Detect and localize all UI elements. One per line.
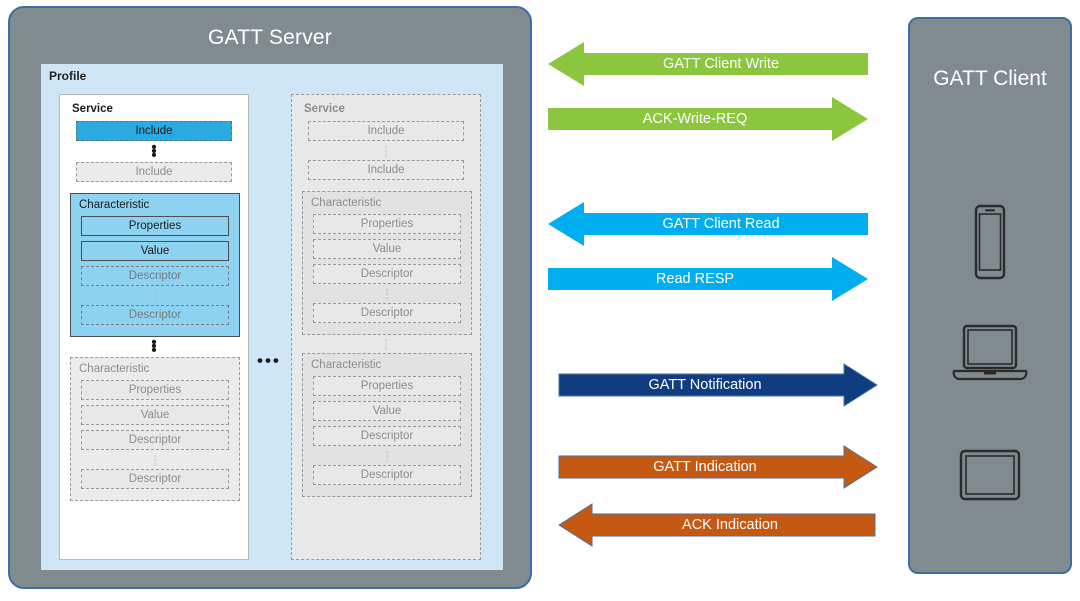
message-arrows: GATT Client Write ACK-Write-REQ GATT Cli… [540,0,910,601]
properties-row[interactable]: Properties [81,380,229,400]
include-row[interactable]: Include [308,160,464,180]
descriptor-row[interactable]: Descriptor [81,430,229,450]
properties-row[interactable]: Properties [313,376,461,396]
include-row[interactable]: Include [308,121,464,141]
descriptor-row[interactable]: Descriptor [313,426,461,446]
arrow-ack-write-req[interactable]: ACK-Write-REQ [548,95,868,143]
characteristic-ghost: Characteristic Properties Value Descript… [302,353,472,497]
service-column-ghost: Service Include ▫ ▫ ▫ Include Characterist… [291,94,481,560]
include-row[interactable]: Include [76,162,232,182]
gatt-client-panel: GATT Client [908,17,1072,574]
profile-container: Profile Service Include • • • Include Char… [41,64,503,570]
arrow-gatt-notification[interactable]: GATT Notification [558,362,878,408]
characteristic-ellipsis: • • • [151,334,157,359]
service-label: Service [304,103,345,115]
properties-row[interactable]: Properties [313,214,461,234]
characteristic-label: Characteristic [79,363,150,375]
arrow-gatt-indication[interactable]: GATT Indication [558,444,878,490]
service-label: Service [72,103,113,115]
characteristic-label: Characteristic [311,197,382,209]
gatt-client-title: GATT Client [933,67,1047,90]
include-row-highlighted[interactable]: Include [76,121,232,141]
characteristic-label: Characteristic [311,359,382,371]
characteristic-dim: Characteristic Properties Value Descript… [70,357,240,501]
arrow-gatt-client-read[interactable]: GATT Client Read [548,200,868,248]
tablet-icon [959,449,1021,506]
descriptor-ellipsis: ▫ ▫ ▫ [153,452,157,469]
include-ellipsis: • • • [151,139,157,164]
characteristic-active: Characteristic Properties Value Descript… [70,193,240,337]
properties-row[interactable]: Properties [81,216,229,236]
service-columns-ellipsis: ••• [257,351,281,370]
characteristic-ghost: Characteristic Properties Value Descript… [302,191,472,335]
descriptor-ellipsis: ▫ ▫ ▫ [385,448,389,465]
descriptor-row[interactable]: Descriptor [81,305,229,325]
descriptor-row[interactable]: Descriptor [81,469,229,489]
arrow-gatt-client-write[interactable]: GATT Client Write [548,40,868,88]
value-row[interactable]: Value [81,241,229,261]
descriptor-row[interactable]: Descriptor [313,303,461,323]
service-column-active: Service Include • • • Include Characterist… [59,94,249,560]
arrow-read-resp[interactable]: Read RESP [548,255,868,303]
laptop-icon [952,324,1028,391]
smartphone-icon [970,204,1010,285]
gatt-server-title: GATT Server [208,26,332,49]
gatt-server-panel: GATT Server Profile Service Include • • • … [8,6,532,589]
descriptor-row[interactable]: Descriptor [313,264,461,284]
arrow-ack-indication[interactable]: ACK Indication [558,502,876,548]
value-row[interactable]: Value [81,405,229,425]
descriptor-row[interactable]: Descriptor [313,465,461,485]
descriptor-ellipsis: ▫ ▫ ▫ [385,286,389,303]
characteristic-ellipsis: ▫ ▫ ▫ [384,336,388,353]
descriptor-row[interactable]: Descriptor [81,266,229,286]
value-row[interactable]: Value [313,239,461,259]
profile-label: Profile [49,69,87,83]
descriptor-ellipsis: ▫ ▫ ▫ [153,288,157,305]
include-ellipsis: ▫ ▫ ▫ [384,143,388,160]
characteristic-label: Characteristic [79,199,150,211]
value-row[interactable]: Value [313,401,461,421]
